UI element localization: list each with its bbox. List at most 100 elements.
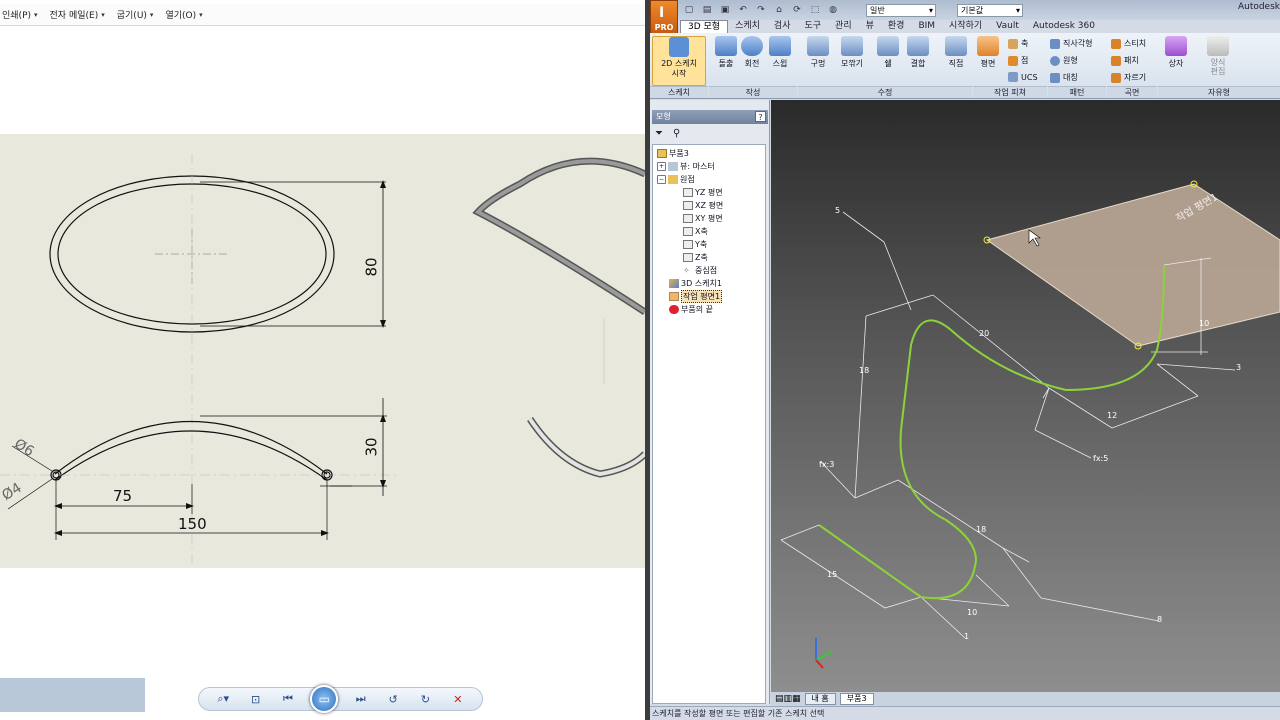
group-work-features: 작업 피쳐 — [973, 86, 1047, 98]
tree-item-label: Z축 — [695, 252, 708, 262]
tree-item-origin[interactable]: − 원점 — [657, 173, 695, 185]
tab-3d-model[interactable]: 3D 모형 — [680, 20, 729, 33]
menu-print-label: 인쇄(P) — [2, 11, 32, 21]
delete-icon[interactable]: ✕ — [448, 691, 468, 707]
tree-item-yz-plane[interactable]: YZ 평면 — [683, 186, 723, 198]
style-dropdown[interactable]: 기본값 — [957, 4, 1023, 17]
collapse-icon[interactable]: − — [657, 174, 666, 184]
tree-item-xy-plane[interactable]: XY 평면 — [683, 212, 723, 224]
tree-item-xz-plane[interactable]: XZ 평면 — [683, 199, 723, 211]
tree-item-x-axis[interactable]: X축 — [683, 225, 708, 237]
tab-environments[interactable]: 환경 — [881, 20, 912, 33]
direct-button[interactable]: 직접 — [940, 36, 972, 69]
menu-open[interactable]: 열기(O) ▾ — [165, 8, 202, 22]
update-icon[interactable]: ⟳ — [790, 3, 804, 16]
ribbon-panel: 2D 스케치 시작 돌출 회전 스윕 구멍 모깎기 쉘 결합 직접 평면 축 점… — [650, 33, 1280, 99]
tab-my-home[interactable]: 내 홈 — [804, 693, 836, 705]
tab-view[interactable]: 뷰 — [859, 20, 881, 33]
fillet-button[interactable]: 모깎기 — [836, 36, 868, 69]
patch-button[interactable]: 패치 — [1111, 55, 1139, 66]
chevron-down-icon: ▾ — [101, 10, 105, 19]
help-icon[interactable]: ? — [755, 111, 766, 122]
tree-item-z-axis[interactable]: Z축 — [683, 251, 708, 263]
browser-header[interactable]: 모형? — [652, 110, 768, 124]
view-icon — [668, 161, 678, 171]
tree-item-y-axis[interactable]: Y축 — [683, 238, 707, 250]
menu-print[interactable]: 인쇄(P) ▾ — [2, 8, 38, 22]
tab-bim[interactable]: BIM — [911, 20, 942, 33]
combine-button[interactable]: 결합 — [902, 36, 934, 69]
start-2d-sketch-button[interactable]: 2D 스케치 시작 — [652, 36, 706, 86]
dim-label: 10 — [967, 608, 978, 617]
graphics-window[interactable]: 작업 평면1 5 20 18 10 3 12 fx:3 fx:5 18 15 1… — [771, 100, 1280, 692]
dim-80-label: 80 — [362, 257, 381, 277]
expand-icon[interactable]: + — [657, 161, 666, 171]
model-tree: 부품3 + 뷰: 마스터 − 원점 YZ 평면 XZ 평면 XY 평면 X축 Y축 … — [652, 144, 766, 704]
plane-button[interactable]: 평면 — [972, 36, 1004, 69]
find-icon[interactable]: ⚲ — [673, 128, 680, 142]
rectangular-pattern-button[interactable]: 직사각형 — [1050, 38, 1092, 49]
ucs-label: UCS — [1021, 72, 1038, 82]
dim-label: 10 — [1199, 319, 1210, 328]
stitch-label: 스티치 — [1124, 39, 1147, 48]
tree-item-part3[interactable]: 부품3 — [657, 147, 689, 159]
tab-vault[interactable]: Vault — [989, 20, 1026, 33]
tab-manage[interactable]: 관리 — [828, 20, 859, 33]
stitch-button[interactable]: 스티치 — [1111, 38, 1146, 49]
shell-button[interactable]: 쉘 — [872, 36, 904, 69]
tab-part3[interactable]: 부품3 — [839, 693, 874, 705]
previous-icon[interactable]: ⏮ — [278, 691, 298, 707]
slideshow-icon[interactable]: ▭ — [310, 685, 339, 713]
tree-item-work-plane1[interactable]: 작업 평면1 — [669, 289, 723, 303]
tree-item-view-master[interactable]: + 뷰: 마스터 — [657, 160, 715, 172]
filter-icon[interactable]: ⏷ — [655, 128, 663, 142]
hole-button[interactable]: 구멍 — [802, 36, 834, 69]
tree-item-3d-sketch1[interactable]: 3D 스케치1 — [669, 277, 722, 289]
axis-button[interactable]: 축 — [1008, 38, 1028, 49]
tree-item-end-of-part[interactable]: 부품의 끝 — [669, 303, 713, 315]
rotate-left-icon[interactable]: ↺ — [383, 691, 403, 707]
freeform-edit-button[interactable]: 양식 편집 — [1202, 36, 1234, 76]
tree-item-label: 부품3 — [669, 148, 689, 158]
appearance-dropdown[interactable]: 일반 — [866, 4, 936, 17]
tile-view-icon[interactable]: ▤▥▦ — [775, 694, 801, 704]
tree-item-label: Y축 — [695, 239, 708, 249]
undo-icon[interactable]: ↶ — [736, 3, 750, 16]
tab-sketch[interactable]: 스케치 — [728, 20, 767, 33]
material-icon[interactable]: ◍ — [826, 3, 840, 16]
select-icon[interactable]: ⬚ — [808, 3, 822, 16]
zoom-icon[interactable]: ⌕▾ — [213, 691, 233, 707]
menu-email[interactable]: 전자 메일(E) ▾ — [50, 8, 105, 22]
box-button[interactable]: 상자 — [1160, 36, 1192, 69]
document-tabs: ▤▥▦ 내 홈 부품3 — [771, 692, 1280, 706]
trim-button[interactable]: 자르기 — [1111, 72, 1146, 83]
tree-item-label: 부품의 끝 — [681, 304, 713, 314]
hole-label: 구멍 — [810, 59, 826, 68]
ucs-button[interactable]: UCS — [1008, 72, 1038, 82]
mirror-button[interactable]: 대칭 — [1050, 72, 1078, 83]
home-icon[interactable]: ⌂ — [772, 3, 786, 16]
tab-autodesk-360[interactable]: Autodesk 360 — [1026, 20, 1102, 33]
menu-burn[interactable]: 굽기(U) ▾ — [117, 8, 154, 22]
save-icon[interactable]: ▣ — [718, 3, 732, 16]
next-icon[interactable]: ⏭ — [351, 691, 371, 707]
application-menu-button[interactable]: I PRO — [650, 0, 678, 36]
tab-inspect[interactable]: 검사 — [767, 20, 798, 33]
tree-item-center-point[interactable]: ✧ 중심점 — [683, 264, 717, 276]
tree-item-label: XZ 평면 — [695, 200, 724, 210]
rotate-right-icon[interactable]: ↻ — [415, 691, 435, 707]
redo-icon[interactable]: ↷ — [754, 3, 768, 16]
new-icon[interactable]: ▢ — [682, 3, 696, 16]
dim-150-label: 150 — [178, 515, 207, 533]
dim-30-label: 30 — [362, 437, 381, 457]
point-button[interactable]: 점 — [1008, 55, 1028, 66]
fit-icon[interactable]: ⊡ — [246, 691, 266, 707]
tab-get-started[interactable]: 시작하기 — [942, 20, 989, 33]
circular-pattern-button[interactable]: 원형 — [1050, 55, 1078, 66]
group-sketch: 스케치 — [650, 86, 708, 98]
tab-tools[interactable]: 도구 — [797, 20, 828, 33]
mirror-label: 대칭 — [1063, 73, 1078, 82]
sweep-button[interactable]: 스윕 — [764, 36, 796, 69]
open-icon[interactable]: ▤ — [700, 3, 714, 16]
viewer-footer-strip — [0, 678, 145, 712]
